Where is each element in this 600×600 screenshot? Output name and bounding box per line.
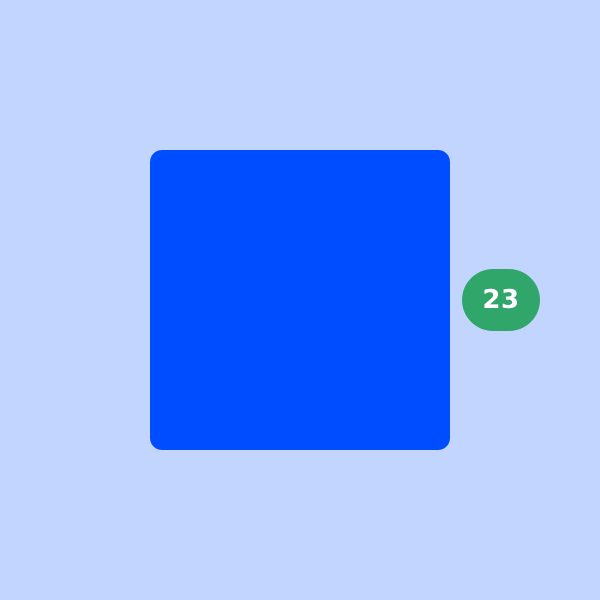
blue-square[interactable] [150,150,450,450]
count-badge-label: 23 [482,285,520,315]
count-badge: 23 [462,269,540,331]
